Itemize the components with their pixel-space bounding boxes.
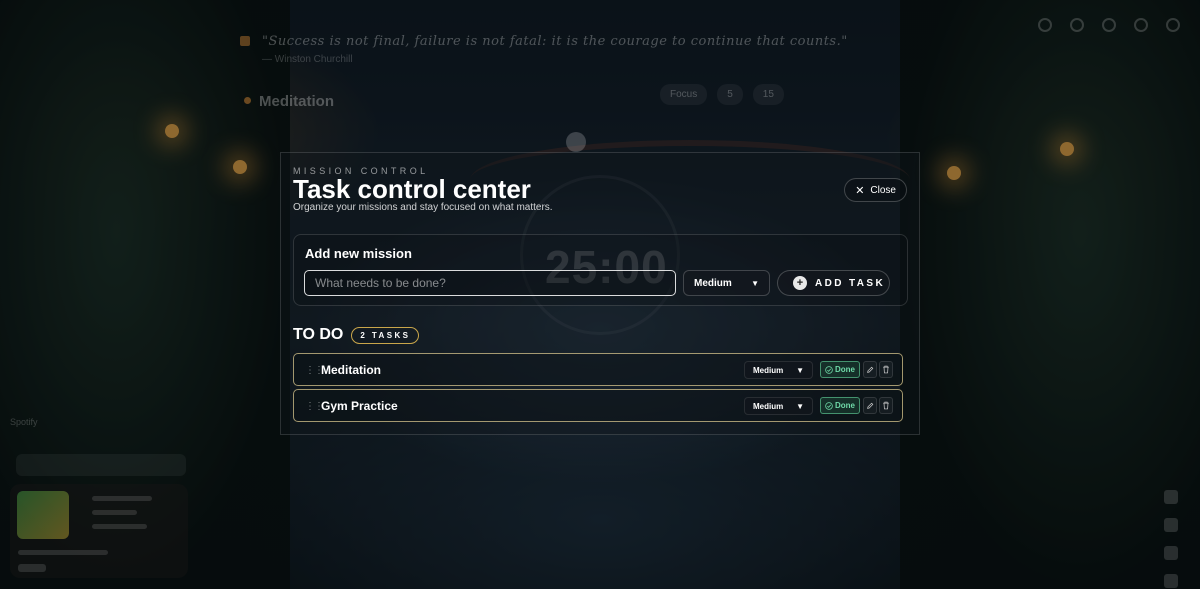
add-mission-title: Add new mission	[305, 246, 412, 261]
done-button[interactable]: Done	[820, 361, 860, 378]
music-progress[interactable]	[18, 564, 46, 572]
task-name: Gym Practice	[321, 399, 398, 413]
close-button-label: Close	[870, 184, 896, 196]
lamp-light	[233, 160, 247, 174]
task-row[interactable]: ⋮⋮ Gym Practice Medium ▼ Done	[293, 389, 903, 422]
theme-icon[interactable]	[1070, 18, 1084, 32]
chevron-down-icon: ▼	[751, 278, 759, 288]
todo-header: TO DO 2 TASKS	[293, 326, 420, 344]
background-trees-right	[900, 0, 1200, 589]
mode-pill-focus[interactable]: Focus	[660, 84, 708, 105]
new-task-input[interactable]	[304, 270, 676, 296]
done-button[interactable]: Done	[820, 397, 860, 414]
pencil-icon	[867, 366, 874, 373]
lamp-light	[947, 166, 961, 180]
music-text-line	[92, 524, 147, 529]
music-text-line	[92, 510, 137, 515]
chevron-down-icon: ▼	[796, 401, 804, 411]
check-circle-icon	[825, 401, 833, 410]
music-search-input[interactable]	[16, 454, 186, 476]
priority-select-value: Medium	[694, 277, 732, 289]
delete-button[interactable]	[879, 361, 893, 378]
music-text-line	[92, 496, 152, 501]
edit-button[interactable]	[863, 361, 877, 378]
music-text-line	[18, 550, 108, 555]
task-name: Meditation	[321, 363, 381, 377]
tool-icon[interactable]	[1164, 574, 1178, 588]
motivational-quote: "Success is not final, failure is not fa…	[262, 34, 848, 49]
quote-author: — Winston Churchill	[262, 54, 353, 65]
right-toolbar	[1164, 490, 1178, 588]
edit-button[interactable]	[863, 397, 877, 414]
modal-title: Task control center	[293, 174, 531, 204]
album-art	[17, 491, 69, 539]
music-source-label: Spotify	[10, 417, 38, 427]
add-mission-panel: Add new mission Medium ▼ + ADD TASK	[293, 234, 908, 306]
chevron-down-icon: ▼	[796, 365, 804, 375]
pencil-icon	[867, 402, 874, 409]
add-task-label: ADD TASK	[815, 277, 886, 289]
pin-icon[interactable]	[566, 132, 586, 152]
tool-icon[interactable]	[1164, 518, 1178, 532]
music-player-card	[10, 484, 188, 578]
done-label: Done	[835, 401, 855, 410]
task-list: ⋮⋮ Meditation Medium ▼ Done ⋮⋮ Gym Pract…	[293, 353, 903, 422]
task-priority-value: Medium	[753, 365, 784, 375]
task-row[interactable]: ⋮⋮ Meditation Medium ▼ Done	[293, 353, 903, 386]
current-task-dot-icon	[244, 97, 251, 104]
fullscreen-icon[interactable]	[1166, 18, 1180, 32]
mode-pill-short-break[interactable]: 5	[717, 84, 743, 105]
plus-circle-icon: +	[793, 276, 807, 290]
settings-icon[interactable]	[1038, 18, 1052, 32]
mode-pill-long-break[interactable]: 15	[752, 84, 784, 105]
tool-icon[interactable]	[1164, 546, 1178, 560]
modal-subtitle: Organize your missions and stay focused …	[293, 202, 553, 213]
task-priority-value: Medium	[753, 401, 784, 411]
delete-button[interactable]	[879, 397, 893, 414]
tool-icon[interactable]	[1164, 490, 1178, 504]
trash-icon	[883, 401, 889, 410]
check-circle-icon	[825, 365, 833, 374]
current-task-label[interactable]: Meditation	[259, 93, 334, 110]
todo-title: TO DO	[293, 326, 344, 343]
top-toolbar	[1038, 18, 1180, 32]
stats-icon[interactable]	[1102, 18, 1116, 32]
lamp-light	[1060, 142, 1074, 156]
trash-icon	[883, 365, 889, 374]
done-label: Done	[835, 365, 855, 374]
task-priority-select[interactable]: Medium ▼	[744, 397, 813, 415]
lamp-light	[165, 124, 179, 138]
add-task-button[interactable]: + ADD TASK	[777, 270, 890, 296]
task-control-modal: MISSION CONTROL Task control center Orga…	[280, 152, 920, 435]
close-button[interactable]: ✕ Close	[844, 178, 907, 202]
timer-mode-pills: Focus 5 15	[660, 84, 784, 105]
close-icon: ✕	[855, 184, 865, 197]
task-count-badge: 2 TASKS	[351, 326, 420, 344]
quote-icon	[240, 36, 250, 46]
priority-select[interactable]: Medium ▼	[683, 270, 770, 296]
profile-icon[interactable]	[1134, 18, 1148, 32]
task-priority-select[interactable]: Medium ▼	[744, 361, 813, 379]
